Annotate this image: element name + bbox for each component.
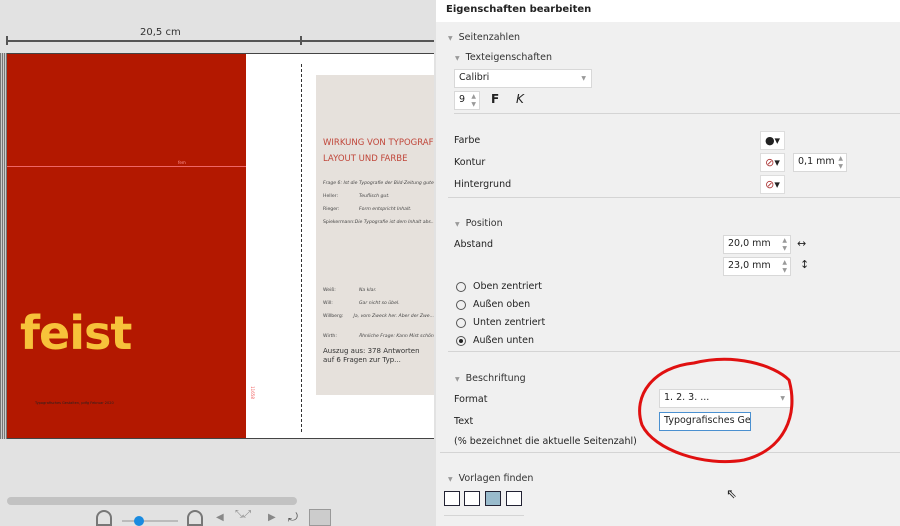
zoom-slider[interactable] xyxy=(122,520,178,522)
divider xyxy=(448,197,900,198)
font-select[interactable]: Calibri ▼ xyxy=(454,69,592,88)
article-row: Weiß: Na klar. xyxy=(323,288,377,293)
kontur-label: Kontur xyxy=(454,157,486,168)
article-row: Spiekermann: Die Typografie ist dem Inhal… xyxy=(323,220,434,225)
section-texteigenschaften[interactable]: ▼ Texteigenschaften xyxy=(455,52,552,63)
guide-line xyxy=(7,166,246,167)
disabled-template-icons xyxy=(444,515,524,526)
fit-page-icon[interactable]: ⤡⤢ xyxy=(235,509,251,520)
spine-number: 11658 xyxy=(249,386,255,399)
page-canvas[interactable]: 20,5 cm fem feist Typografisches Gestalt… xyxy=(0,0,436,526)
radio-oben-zentriert[interactable]: Oben zentriert xyxy=(456,281,542,292)
article-row: Wirth: Ähnliche Frage: Kann Mist schön xyxy=(323,334,434,339)
section-seitenzahlen[interactable]: ▼ Seitenzahlen xyxy=(448,32,520,43)
radio-unten-zentriert[interactable]: Unten zentriert xyxy=(456,317,545,328)
farbe-label: Farbe xyxy=(454,135,481,146)
color-picker-button[interactable]: ●▾ xyxy=(760,131,785,150)
article-row: Willberg: Ja, vom Zweck her. Aber der Zwe… xyxy=(323,314,434,319)
radio-aussen-unten[interactable]: Außen unten xyxy=(456,335,534,346)
article-source: Auszug aus: 378 Antworten auf 6 Fragen z… xyxy=(323,347,420,364)
panel-title: Eigenschaften bearbeiten xyxy=(436,0,900,22)
section-position[interactable]: ▼ Position xyxy=(455,218,503,229)
kontur-width-stepper[interactable]: 0,1 mm ▲ ▼ xyxy=(793,153,847,172)
view-mode-button[interactable] xyxy=(309,509,331,526)
cover-title: feist xyxy=(20,306,132,360)
abstand-vertical-stepper[interactable]: 23,0 mm ▲ ▼ xyxy=(723,257,791,276)
no-color-icon[interactable]: ⊘ ▾ xyxy=(760,153,785,172)
zoom-in-icon[interactable] xyxy=(187,510,203,526)
guide-label: fem xyxy=(178,160,186,165)
horizontal-scrollbar[interactable] xyxy=(7,497,297,505)
article-box[interactable]: WIRKUNG VON TYPOGRAFIE LAYOUT UND FARBE F… xyxy=(316,75,434,395)
ruler xyxy=(7,40,434,42)
prev-page-icon[interactable]: ◀ xyxy=(216,512,224,523)
page-stack-edge xyxy=(0,53,7,439)
section-beschriftung[interactable]: ▼ Beschriftung xyxy=(455,373,526,384)
bold-button[interactable]: F xyxy=(491,92,499,106)
italic-button[interactable]: K xyxy=(516,92,524,106)
hint-text: (% bezeichnet die aktuelle Seitenzahl) xyxy=(454,436,637,447)
section-vorlagen[interactable]: ▼ Vorlagen finden xyxy=(448,473,533,484)
template-search-icon[interactable] xyxy=(485,491,501,506)
horizontal-arrow-icon: ↔ xyxy=(797,237,807,250)
text-label: Text xyxy=(454,416,474,427)
vertical-arrow-icon: ↕ xyxy=(800,258,810,271)
font-size-stepper[interactable]: 9 ▲ ▼ xyxy=(454,91,480,110)
cover-page[interactable] xyxy=(7,54,246,438)
abstand-horizontal-stepper[interactable]: 20,0 mm ▲ ▼ xyxy=(723,235,791,254)
zoom-out-icon[interactable] xyxy=(96,510,112,526)
ruler-tick xyxy=(6,36,8,45)
radio-aussen-oben[interactable]: Außen oben xyxy=(456,299,530,310)
mouse-cursor-icon: ⇖ xyxy=(726,487,737,502)
red-annotation-circle xyxy=(638,357,794,464)
cover-footer: Typografisches Gestalten, pdfg Februar 2… xyxy=(35,401,114,405)
properties-panel: Eigenschaften bearbeiten ▼ Seitenzahlen ▼… xyxy=(436,0,900,526)
abstand-label: Abstand xyxy=(454,239,494,250)
ruler-tick xyxy=(300,36,302,45)
article-row: Will: Gar nicht so übel. xyxy=(323,301,400,306)
article-heading: WIRKUNG VON TYPOGRAFIE LAYOUT UND FARBE xyxy=(323,138,434,164)
article-row: Heller: Teuflisch gut. xyxy=(323,194,390,199)
divider xyxy=(448,351,900,352)
template-search-icon[interactable] xyxy=(464,491,480,506)
rotate-icon[interactable]: ⤾ xyxy=(288,510,298,525)
divider xyxy=(454,113,900,114)
article-question: Frage 6: Ist die Typografie der Bild-Zei… xyxy=(323,181,434,186)
format-label: Format xyxy=(454,394,488,405)
next-page-icon[interactable]: ▶ xyxy=(268,512,276,523)
zoom-slider-thumb[interactable] xyxy=(134,516,144,526)
fold-line xyxy=(301,64,302,432)
ruler-label: 20,5 cm xyxy=(140,27,181,38)
article-row: Rieger: Form entspricht Inhalt. xyxy=(323,207,412,212)
hintergrund-label: Hintergrund xyxy=(454,179,512,190)
no-color-icon[interactable]: ⊘ ▾ xyxy=(760,175,785,194)
template-search-icon[interactable] xyxy=(444,491,460,506)
template-search-icon[interactable] xyxy=(506,491,522,506)
